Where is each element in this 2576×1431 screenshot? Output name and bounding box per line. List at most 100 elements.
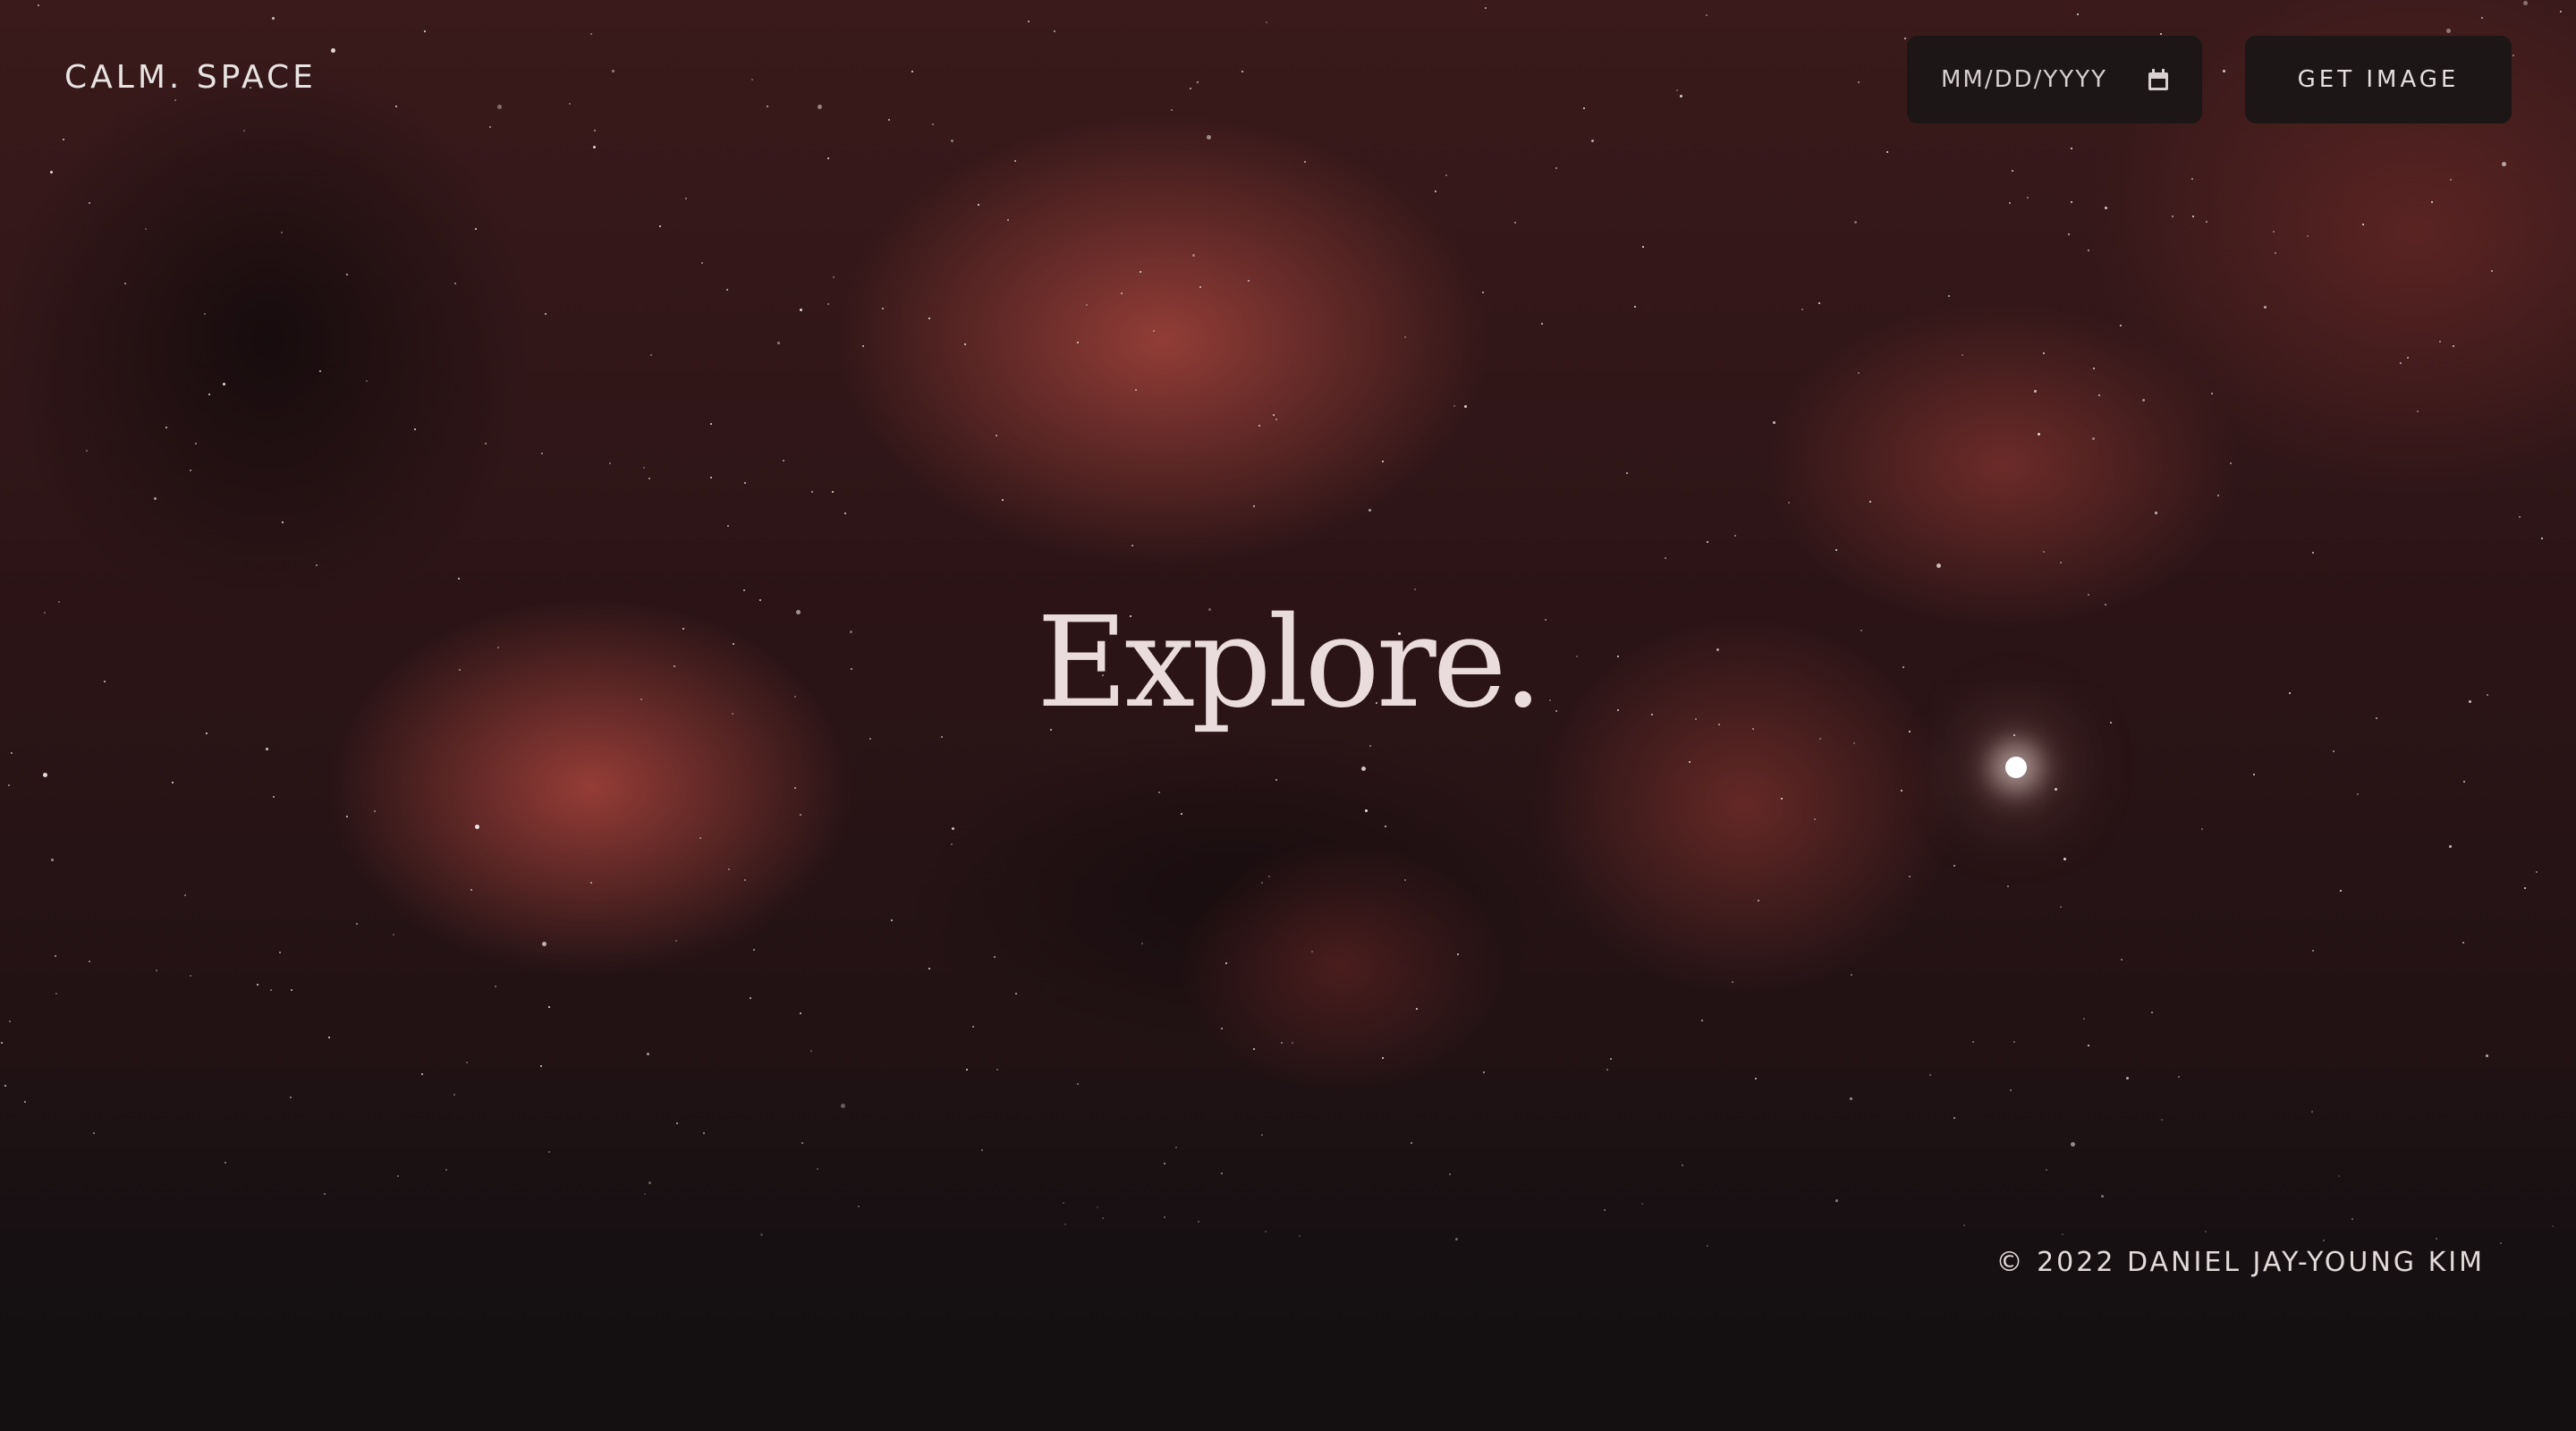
star	[1626, 472, 1628, 474]
star	[1199, 286, 1201, 288]
star	[190, 975, 191, 977]
star	[466, 1062, 468, 1063]
star	[1734, 535, 1736, 537]
star	[356, 923, 358, 925]
star	[590, 33, 592, 35]
star	[1963, 1224, 1965, 1226]
star	[1886, 151, 1888, 153]
star	[2407, 357, 2409, 359]
star	[648, 478, 650, 479]
star	[699, 837, 701, 839]
star	[1610, 1058, 1612, 1060]
star	[1485, 7, 1487, 9]
star	[1483, 1071, 1485, 1073]
star	[445, 1169, 447, 1171]
bottom-fade	[0, 1055, 2576, 1431]
star	[395, 106, 397, 107]
star	[1680, 95, 1682, 97]
star	[24, 1101, 26, 1103]
star	[966, 1069, 968, 1071]
star	[710, 423, 712, 425]
star	[1265, 1231, 1267, 1232]
star	[156, 970, 157, 971]
star	[1453, 405, 1455, 407]
star	[1207, 135, 1211, 140]
star	[495, 986, 496, 987]
star	[2449, 845, 2452, 848]
star	[744, 482, 746, 484]
star	[1253, 1048, 1255, 1050]
star	[1121, 292, 1123, 294]
star	[1818, 302, 1820, 304]
star	[2142, 399, 2145, 402]
star	[2007, 885, 2009, 887]
star	[2009, 202, 2011, 204]
copyright-footer: © 2022 DANIEL JAY-YOUNG KIM	[1996, 1247, 2485, 1278]
star	[2098, 394, 2100, 396]
star	[2027, 197, 2029, 199]
star	[485, 443, 487, 445]
star	[541, 453, 543, 454]
star	[1555, 167, 1557, 169]
star	[1266, 21, 1267, 23]
star	[1665, 557, 1666, 559]
star	[996, 435, 997, 436]
star	[1676, 89, 1678, 91]
star	[489, 126, 491, 128]
star	[1449, 1173, 1451, 1175]
star	[2071, 1142, 2075, 1147]
star	[2253, 774, 2255, 775]
star	[2486, 1054, 2488, 1057]
star	[89, 202, 90, 204]
star	[1292, 1042, 1293, 1044]
site-logo[interactable]: CALM. SPACE	[64, 59, 317, 96]
date-input[interactable]: MM/DD/YYYY	[1907, 36, 2202, 123]
star	[767, 106, 768, 107]
star	[817, 1168, 818, 1170]
star	[952, 827, 954, 830]
star	[1758, 900, 1759, 902]
star	[928, 318, 930, 319]
star	[888, 119, 890, 121]
star	[2092, 437, 2095, 440]
star	[281, 232, 283, 233]
star	[1835, 1199, 1838, 1202]
star	[11, 752, 13, 754]
star	[4, 1085, 6, 1087]
star	[1541, 323, 1543, 325]
star	[2043, 551, 2045, 553]
star	[1007, 219, 1009, 221]
star	[801, 1142, 803, 1144]
star	[1241, 71, 1243, 72]
calendar-icon[interactable]	[2148, 69, 2168, 90]
star	[1819, 738, 1821, 740]
date-input-placeholder[interactable]: MM/DD/YYYY	[1941, 66, 2132, 93]
star	[1642, 246, 1644, 248]
get-image-button[interactable]: GET IMAGE	[2245, 36, 2512, 123]
star	[1385, 826, 1386, 827]
star	[818, 105, 822, 109]
star	[1190, 88, 1191, 89]
star	[858, 1206, 860, 1207]
star	[1707, 1245, 1708, 1247]
star	[869, 738, 871, 740]
star	[1275, 779, 1277, 781]
star	[827, 157, 829, 159]
star	[1248, 280, 1250, 282]
star	[89, 961, 90, 962]
star	[1755, 1078, 1757, 1080]
star	[225, 1162, 226, 1164]
star	[204, 313, 206, 315]
star	[1197, 81, 1199, 83]
star	[1404, 336, 1406, 338]
star	[800, 309, 802, 311]
star	[1455, 1238, 1458, 1240]
star	[1904, 38, 1906, 39]
star	[644, 1193, 646, 1195]
star	[2201, 828, 2203, 830]
star	[932, 123, 934, 125]
star	[475, 825, 479, 829]
star	[1464, 405, 1467, 408]
star	[1198, 1221, 1199, 1223]
star	[1304, 161, 1306, 163]
